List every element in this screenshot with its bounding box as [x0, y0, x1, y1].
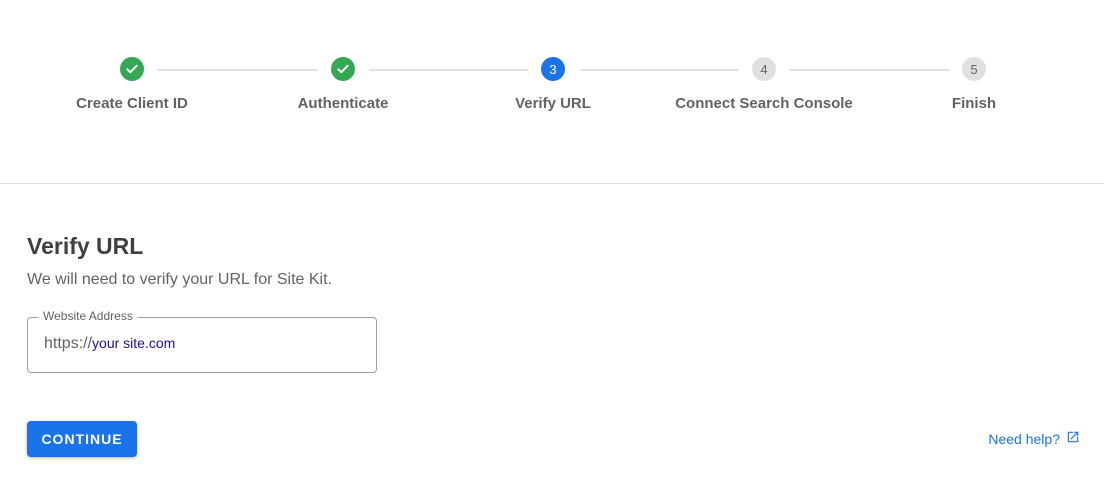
checkmark-icon	[331, 57, 355, 81]
step-connector	[158, 69, 317, 71]
website-address-label: Website Address	[38, 309, 138, 323]
website-address-value[interactable]: https://your site.com	[44, 335, 175, 353]
step-connect-search-console: 4 Connect Search Console	[659, 57, 869, 112]
step-number: 4	[752, 57, 776, 81]
checkmark-icon	[120, 57, 144, 81]
url-prefix: https://	[44, 335, 93, 352]
need-help-label: Need help?	[988, 430, 1060, 447]
setup-stepper: Create Client ID Authenticate 3 Verify U…	[0, 0, 1104, 184]
step-label: Create Client ID	[76, 95, 188, 112]
step-connector	[580, 69, 739, 71]
step-connector	[790, 69, 949, 71]
external-link-icon	[1066, 430, 1080, 447]
website-address-field[interactable]: Website Address https://your site.com	[27, 309, 377, 373]
step-label: Connect Search Console	[675, 95, 853, 112]
page-title: Verify URL	[27, 233, 144, 259]
step-finish: 5 Finish	[869, 57, 1079, 112]
continue-button[interactable]: CONTINUE	[27, 421, 137, 457]
step-verify-url: 3 Verify URL	[448, 57, 658, 112]
step-label: Verify URL	[515, 95, 591, 112]
need-help-link[interactable]: Need help?	[988, 430, 1080, 447]
step-connector	[369, 69, 528, 71]
page-description: We will need to verify your URL for Site…	[27, 271, 332, 288]
step-number: 5	[962, 57, 986, 81]
url-domain: your site.com	[92, 335, 176, 351]
step-label: Finish	[951, 95, 997, 112]
step-label: Authenticate	[297, 95, 389, 112]
step-create-client-id: Create Client ID	[27, 57, 237, 112]
step-number: 3	[541, 57, 565, 81]
section-divider	[0, 183, 1104, 184]
step-authenticate: Authenticate	[238, 57, 448, 112]
